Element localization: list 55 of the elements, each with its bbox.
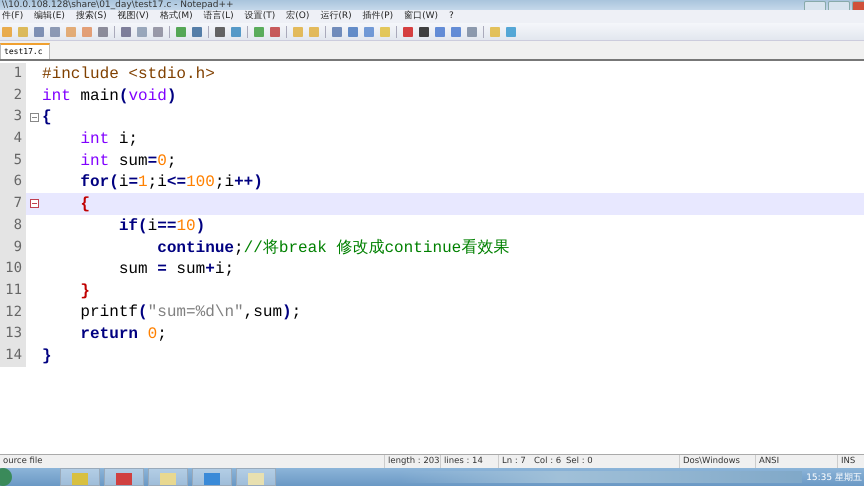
column-label: Col : 6 — [533, 455, 562, 468]
menu-item[interactable]: ? — [449, 10, 454, 23]
code-line: return 0; — [79, 325, 167, 344]
code-line: } — [42, 346, 52, 365]
menu-item[interactable]: 格式(M) — [160, 10, 193, 23]
code-line: for(i=1;i<=100;i++) — [79, 173, 263, 192]
code-line: continue;//将break 修改成continue看效果 — [156, 238, 510, 258]
menu-item[interactable]: 搜索(S) — [76, 10, 107, 23]
line-number: 9 — [0, 236, 26, 258]
menu-item[interactable]: 宏(O) — [286, 10, 310, 23]
code-line: printf("sum=%d\n",sum); — [79, 303, 302, 322]
line-number: 7 — [0, 193, 26, 215]
line-number: 14 — [0, 344, 26, 367]
window-title: \\10.0.108.128\share\01_day\test17.c - Notepad++ — [1, 0, 234, 10]
menu-item[interactable]: 运行(R) — [320, 10, 352, 23]
fold-minus-icon[interactable] — [30, 199, 38, 208]
code-line: sum = sum+i; — [118, 260, 234, 278]
taskbar-app-icon[interactable] — [60, 468, 100, 486]
menu-item[interactable]: 设置(T) — [244, 10, 276, 23]
menu-item[interactable]: 插件(P) — [362, 10, 394, 23]
menu-item[interactable]: 视图(V) — [118, 10, 149, 23]
menu-item[interactable]: 件(F) — [2, 10, 24, 23]
line-number: 5 — [0, 150, 26, 172]
menu-item[interactable]: 语言(L) — [204, 10, 234, 23]
line-number: 4 — [0, 128, 26, 150]
line-number: 11 — [0, 280, 26, 302]
line-number: 13 — [0, 323, 26, 345]
line-number: 1 — [0, 63, 26, 85]
line-number: 6 — [0, 171, 26, 194]
fold-minus-icon[interactable] — [30, 112, 38, 122]
line-number: 2 — [0, 84, 26, 106]
minimize-button[interactable] — [804, 1, 826, 10]
menu-item[interactable]: 编辑(E) — [34, 10, 65, 23]
taskbar-app-icon[interactable] — [104, 468, 144, 486]
code-line: if(i==10) — [118, 216, 206, 235]
code-line: int main(void) — [42, 86, 176, 105]
code-line: #include <stdio.h> — [42, 64, 215, 83]
taskbar-app-icon[interactable] — [148, 468, 188, 486]
code-line: int sum=0; — [79, 152, 176, 170]
menu-item[interactable]: 窗口(W) — [404, 10, 438, 23]
code-line: { — [42, 108, 52, 126]
maximize-button[interactable] — [828, 1, 850, 10]
code-line: { — [79, 194, 90, 213]
line-number: 12 — [0, 302, 26, 324]
taskbar-app-icon[interactable] — [236, 468, 276, 486]
line-label: Ln : 7 — [501, 455, 527, 468]
taskbar-app-icon[interactable] — [192, 468, 232, 486]
code-line: } — [79, 282, 90, 300]
line-number: 8 — [0, 214, 26, 236]
file-tab[interactable]: test17.c — [0, 43, 50, 59]
clock: 15:35 星期五 — [806, 472, 863, 484]
insert-mode-label: INS — [840, 455, 856, 468]
line-number: 3 — [0, 106, 26, 128]
code-line: int i; — [79, 130, 138, 148]
line-number: 10 — [0, 258, 26, 280]
